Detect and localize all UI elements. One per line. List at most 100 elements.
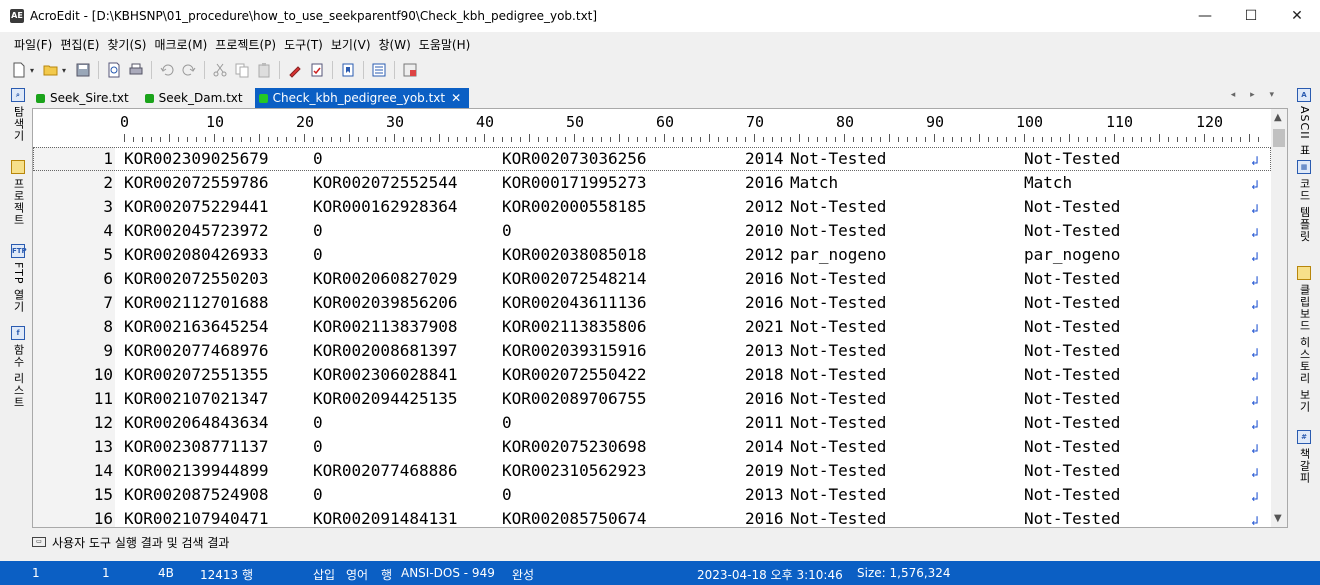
cell-sire-id: 0: [313, 245, 323, 264]
editor-line[interactable]: 10 KOR002072551355 KOR002306028841 KOR00207…: [33, 363, 1271, 387]
ruler-tick: [178, 137, 179, 142]
editor-line[interactable]: 13 KOR002308771137 0 KOR002075230698 2014 Not…: [33, 435, 1271, 459]
editor-line[interactable]: 7 KOR002112701688 KOR002039856206 KOR002043…: [33, 291, 1271, 315]
clipboard-icon: [1297, 266, 1311, 280]
output-panel-bar[interactable]: ▭ 사용자 도구 실행 결과 및 검색 결과: [32, 531, 1288, 553]
editor-line[interactable]: 9 KOR002077468976 KOR002008681397 KOR002039…: [33, 339, 1271, 363]
side-tab-code-template[interactable]: ▦ 코드 템플릿: [1294, 160, 1314, 243]
open-folder-icon[interactable]: [40, 59, 62, 81]
new-file-icon[interactable]: [8, 59, 30, 81]
bookmark-icon[interactable]: [337, 59, 359, 81]
menu-file[interactable]: 파일(F): [10, 36, 56, 53]
editor-line[interactable]: 5 KOR002080426933 0 KOR002038085018 2012 par_…: [33, 243, 1271, 267]
menu-find[interactable]: 찾기(S): [103, 36, 150, 53]
chevron-down-icon[interactable]: ▾: [30, 66, 38, 75]
editor-lines[interactable]: 1 KOR002309025679 0 KOR002073036256 2014 Not-…: [33, 147, 1271, 527]
side-tab-ascii[interactable]: A ASCII 표: [1294, 88, 1314, 156]
editor-line[interactable]: 15 KOR002087524908 0 0 2013 Not-Tested Not-Tes…: [33, 483, 1271, 507]
side-tab-label: 책갈피: [1298, 448, 1311, 484]
editor-line[interactable]: 16 KOR002107940471 KOR002091484131 KOR00208…: [33, 507, 1271, 527]
cell-dam-status: Not-Tested: [1024, 317, 1121, 336]
ruler-label: 70: [746, 113, 765, 131]
tab-close-icon[interactable]: ✕: [451, 91, 461, 105]
cell-dam-status: Not-Tested: [1024, 221, 1121, 240]
ruler-tick: [1078, 137, 1079, 142]
ruler-tick: [547, 137, 548, 142]
ruler-tick: [763, 137, 764, 142]
list-view-icon[interactable]: [368, 59, 390, 81]
menu-help[interactable]: 도움말(H): [415, 36, 475, 53]
cell-animal-id: KOR002075229441: [124, 197, 269, 216]
text-editor[interactable]: 0 10 20 30 40 50 60 70 80 90 100 110 120 1 KOR0023090…: [32, 108, 1288, 528]
left-side-panel: ⌕ 탐색기 프로젝트 FTP FTP 열기 f 함수 리스트: [0, 86, 32, 530]
print-icon[interactable]: [125, 59, 147, 81]
side-tab-ftp[interactable]: FTP FTP 열기: [9, 244, 27, 313]
menu-project[interactable]: 프로젝트(P): [211, 36, 280, 53]
editor-line[interactable]: 3 KOR002075229441 KOR000162928364 KOR002000…: [33, 195, 1271, 219]
menu-window[interactable]: 창(W): [375, 36, 415, 53]
side-tab-explorer[interactable]: ⌕ 탐색기: [9, 88, 27, 142]
vertical-scrollbar[interactable]: ▲ ▼: [1271, 109, 1287, 527]
tab-check-kbh-pedigree[interactable]: Check_kbh_pedigree_yob.txt ✕: [254, 88, 470, 108]
menu-edit[interactable]: 편집(E): [56, 36, 103, 53]
ruler-tick: [160, 137, 161, 142]
paste-icon[interactable]: [253, 59, 275, 81]
tab-label: Check_kbh_pedigree_yob.txt: [272, 91, 446, 105]
side-tab-project[interactable]: 프로젝트: [9, 160, 27, 226]
status-encoding[interactable]: ANSI-DOS - 949: [401, 566, 495, 580]
side-tab-functions[interactable]: f 함수 리스트: [9, 326, 27, 409]
editor-line[interactable]: 2 KOR002072559786 KOR002072552544 KOR000171…: [33, 171, 1271, 195]
tab-navigation-arrows[interactable]: ◂ ▸ ▾: [1231, 90, 1280, 100]
tab-seek-dam[interactable]: Seek_Dam.txt: [140, 88, 251, 108]
ruler-tick: [898, 137, 899, 142]
cell-sire-status: Not-Tested: [790, 269, 887, 288]
status-line-mode[interactable]: 행: [381, 566, 392, 583]
side-tab-bookmarks[interactable]: # 책갈피: [1294, 430, 1314, 484]
ruler-label: 0: [120, 113, 130, 131]
save-icon[interactable]: [72, 59, 94, 81]
editor-line[interactable]: 12 KOR002064843634 0 0 2011 Not-Tested Not-Tes…: [33, 411, 1271, 435]
undo-icon[interactable]: [156, 59, 178, 81]
editor-line[interactable]: 8 KOR002163645254 KOR002113837908 KOR002113…: [33, 315, 1271, 339]
maximize-button[interactable]: ☐: [1228, 0, 1274, 32]
ruler-tick: [1015, 137, 1016, 142]
line-number: 13: [93, 437, 113, 456]
spell-icon[interactable]: [306, 59, 328, 81]
ruler-tick: [736, 137, 737, 142]
status-file-size: Size: 1,576,324: [857, 566, 951, 580]
editor-line[interactable]: 4 KOR002045723972 0 0 2010 Not-Tested Not-Test…: [33, 219, 1271, 243]
chevron-down-icon[interactable]: ▾: [62, 66, 70, 75]
menu-view[interactable]: 보기(V): [327, 36, 375, 53]
cell-birth-year: 2012: [745, 245, 784, 264]
status-input-language[interactable]: 영어: [346, 566, 368, 583]
editor-line[interactable]: 1 KOR002309025679 0 KOR002073036256 2014 Not-…: [33, 147, 1271, 171]
menu-macro[interactable]: 매크로(M): [150, 36, 211, 53]
cell-sire-id: KOR000162928364: [313, 197, 458, 216]
menu-tools[interactable]: 도구(T): [280, 36, 327, 53]
editor-line[interactable]: 14 KOR002139944899 KOR002077468886 KOR00231…: [33, 459, 1271, 483]
scroll-down-icon[interactable]: ▼: [1274, 513, 1282, 524]
minimize-button[interactable]: —: [1182, 0, 1228, 32]
highlighter-icon[interactable]: [284, 59, 306, 81]
editor-line[interactable]: 11 KOR002107021347 KOR002094425135 KOR00208…: [33, 387, 1271, 411]
side-tab-clipboard[interactable]: 클립보드 히스토리 보기: [1294, 266, 1314, 413]
ruler-tick: [655, 137, 656, 142]
file-status-icon: [144, 93, 154, 103]
editor-line[interactable]: 6 KOR002072550203 KOR002060827029 KOR002072…: [33, 267, 1271, 291]
scroll-up-icon[interactable]: ▲: [1274, 112, 1282, 123]
cut-icon[interactable]: [209, 59, 231, 81]
cell-sire-status: Not-Tested: [790, 461, 887, 480]
copy-icon[interactable]: [231, 59, 253, 81]
status-insert-mode[interactable]: 삽입: [313, 566, 335, 583]
options-icon[interactable]: [399, 59, 421, 81]
close-button[interactable]: ✕: [1274, 0, 1320, 32]
ruler-tick: [385, 137, 386, 142]
side-tab-label: 탐색기: [12, 106, 25, 142]
ruler-tick: [781, 137, 782, 142]
cell-sire-id: KOR002039856206: [313, 293, 458, 312]
print-preview-icon[interactable]: [103, 59, 125, 81]
scrollbar-thumb[interactable]: [1273, 129, 1285, 147]
redo-icon[interactable]: [178, 59, 200, 81]
cell-dam-id: KOR002000558185: [502, 197, 647, 216]
tab-seek-sire[interactable]: Seek_Sire.txt: [32, 88, 137, 108]
